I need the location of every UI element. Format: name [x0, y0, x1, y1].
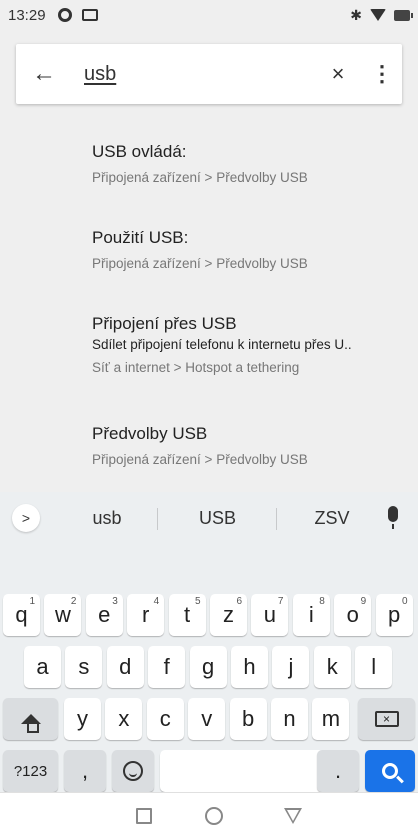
- emoji-icon: [123, 761, 143, 781]
- key-label: u: [263, 602, 277, 627]
- microphone-icon[interactable]: [388, 506, 398, 529]
- key-v[interactable]: v: [188, 698, 226, 740]
- result-path: Připojená zařízení > Předvolby USB: [92, 256, 308, 271]
- search-results: USB ovládá: Připojená zařízení > Předvol…: [0, 120, 418, 492]
- result-item[interactable]: Použití USB: Připojená zařízení > Předvo…: [92, 228, 412, 271]
- battery-icon: [394, 9, 413, 21]
- key-w[interactable]: w2: [44, 594, 82, 636]
- key-hint: 1: [29, 596, 35, 607]
- result-path: Síť a internet > Hotspot a tethering: [92, 360, 300, 375]
- search-bar: ← usb × ⋮: [16, 44, 402, 104]
- soft-keyboard: > usb USB ZSV q1w2e3r4t5z6u7i8o9p0 asdfg…: [0, 492, 418, 792]
- key-label: z: [223, 602, 234, 627]
- key-label: w: [54, 602, 71, 627]
- period-key[interactable]: .: [317, 750, 359, 792]
- key-r[interactable]: r4: [127, 594, 165, 636]
- search-input[interactable]: usb: [72, 63, 314, 86]
- key-s[interactable]: s: [65, 646, 103, 688]
- suggestion-strip: > usb USB ZSV: [0, 492, 418, 544]
- key-h[interactable]: h: [231, 646, 268, 688]
- key-u[interactable]: u7: [251, 594, 289, 636]
- search-header: ← usb × ⋮: [0, 30, 418, 120]
- key-hint: 6: [236, 596, 242, 607]
- key-hint: 0: [402, 596, 408, 607]
- suggestion-divider: [276, 508, 277, 530]
- result-title: USB ovládá:: [92, 142, 187, 161]
- key-y[interactable]: y: [64, 698, 101, 740]
- key-label: o: [346, 602, 359, 627]
- key-c[interactable]: c: [146, 698, 184, 740]
- key-hint: 2: [70, 596, 77, 607]
- result-title: Předvolby USB: [92, 424, 208, 443]
- key-n[interactable]: n: [271, 698, 308, 740]
- key-e[interactable]: e3: [85, 594, 123, 636]
- result-item[interactable]: Předvolby USB Připojená zařízení > Předv…: [92, 424, 412, 467]
- key-x[interactable]: x: [105, 698, 143, 740]
- key-hint: 7: [277, 596, 284, 607]
- key-t[interactable]: t5: [168, 594, 206, 636]
- result-item[interactable]: USB ovládá: Připojená zařízení > Předvol…: [92, 142, 412, 185]
- wifi-icon: [370, 9, 386, 21]
- comma-key[interactable]: ,: [64, 750, 106, 792]
- key-label: q: [15, 602, 28, 627]
- expand-arrow-icon[interactable]: >: [12, 504, 40, 532]
- result-path: Připojená zařízení > Předvolby USB: [92, 452, 308, 467]
- more-options-icon[interactable]: ⋮: [362, 44, 402, 104]
- key-j[interactable]: j: [272, 646, 310, 688]
- bluetooth-icon: ✱: [350, 7, 362, 23]
- back-arrow-icon[interactable]: ←: [16, 44, 72, 104]
- result-title: Připojení přes USB: [92, 314, 237, 333]
- suggestion-divider: [157, 508, 158, 530]
- suggestion-1[interactable]: usb: [62, 492, 152, 544]
- backspace-icon: ×: [374, 711, 399, 727]
- clear-icon[interactable]: ×: [314, 44, 362, 104]
- result-path: Připojená zařízení > Předvolby USB: [92, 170, 308, 185]
- key-l[interactable]: l: [355, 646, 393, 688]
- key-hint: 5: [195, 596, 201, 607]
- key-k[interactable]: k: [313, 646, 351, 688]
- key-label: i: [308, 602, 314, 627]
- backspace-key[interactable]: ×: [358, 698, 415, 740]
- suggestion-3[interactable]: ZSV: [282, 492, 382, 544]
- key-f[interactable]: f: [148, 646, 186, 688]
- key-label: e: [98, 602, 111, 627]
- key-hint: 8: [319, 596, 325, 607]
- key-d[interactable]: d: [106, 646, 144, 688]
- suggestion-2[interactable]: USB: [165, 492, 270, 544]
- result-item[interactable]: Připojení přes USB Sdílet připojení tele…: [92, 314, 412, 375]
- status-bar: 13:29 ✱: [0, 0, 418, 30]
- key-label: t: [184, 602, 191, 627]
- symbols-key[interactable]: ?123: [3, 750, 58, 792]
- key-p[interactable]: p0: [375, 594, 413, 636]
- key-hint: 3: [112, 596, 118, 607]
- key-m[interactable]: m: [312, 698, 350, 740]
- result-summary: Sdílet připojení telefonu k internetu př…: [92, 337, 352, 352]
- key-label: r: [142, 602, 150, 627]
- key-o[interactable]: o9: [334, 594, 372, 636]
- key-hint: 9: [360, 596, 367, 607]
- key-z[interactable]: z6: [210, 594, 247, 636]
- key-hint: 4: [153, 596, 160, 607]
- shift-key[interactable]: [3, 698, 58, 740]
- recents-icon[interactable]: [136, 808, 152, 824]
- result-title: Použití USB:: [92, 228, 189, 247]
- key-a[interactable]: a: [24, 646, 61, 688]
- key-i[interactable]: i8: [292, 594, 330, 636]
- key-b[interactable]: b: [229, 698, 267, 740]
- key-q[interactable]: q1: [3, 594, 40, 636]
- status-time: 13:29: [8, 6, 46, 24]
- search-key[interactable]: [365, 750, 415, 792]
- gear-icon: [57, 8, 72, 22]
- navigation-bar: [0, 792, 418, 838]
- key-label: p: [387, 602, 401, 627]
- home-icon[interactable]: [205, 807, 223, 825]
- emoji-key[interactable]: [112, 750, 154, 792]
- back-triangle-icon[interactable]: [284, 808, 302, 824]
- screen-icon: [81, 9, 98, 21]
- key-g[interactable]: g: [189, 646, 227, 688]
- search-icon: [382, 763, 398, 779]
- shift-icon: [20, 714, 41, 733]
